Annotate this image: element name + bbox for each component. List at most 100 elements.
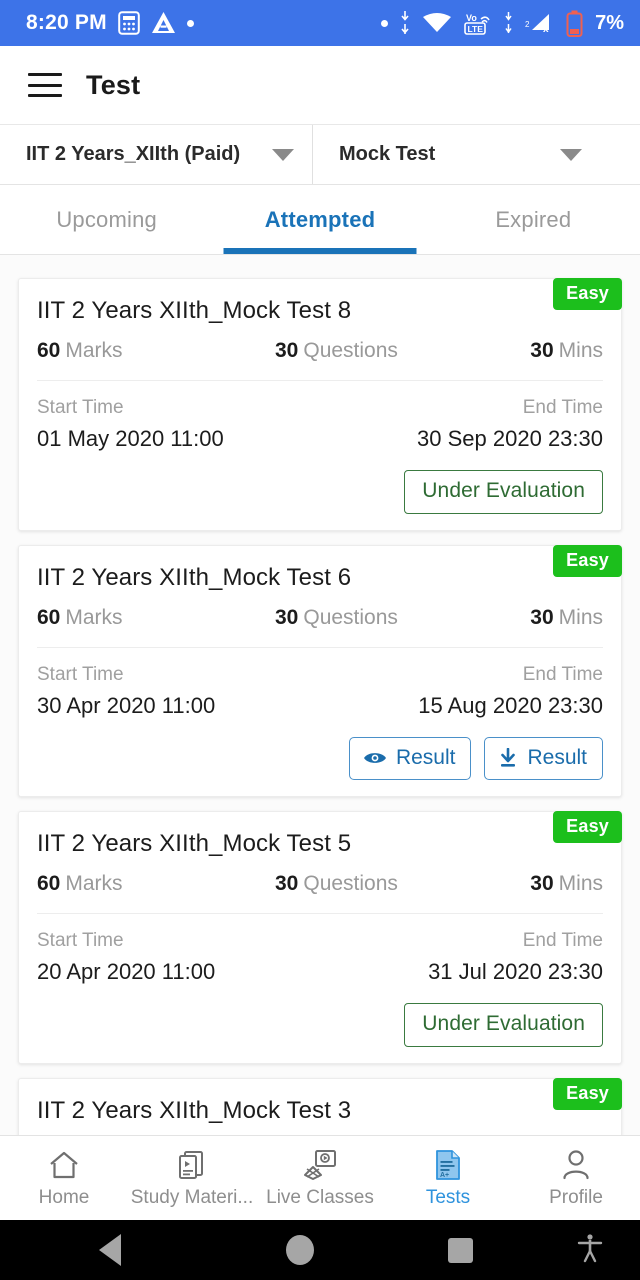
study-material-icon [176,1148,208,1182]
test-card[interactable]: Easy IIT 2 Years XIIth_Mock Test 3 [18,1078,622,1135]
marks-label: Marks [65,872,123,895]
test-list[interactable]: Easy IIT 2 Years XIIth_Mock Test 8 60 Mar… [0,255,640,1135]
android-accessibility-button[interactable] [540,1233,640,1268]
duration-metric: 30 Mins [530,339,603,363]
android-system-navigation [0,1220,640,1280]
start-time-label: Start Time [37,397,124,418]
test-card[interactable]: Easy IIT 2 Years XIIth_Mock Test 8 60 Mar… [18,278,622,531]
end-time-value: 30 Sep 2020 23:30 [417,426,603,451]
data-transfer-icon [399,10,411,36]
app-triangle-icon [151,11,176,35]
under-evaluation-button[interactable]: Under Evaluation [404,1003,603,1047]
difficulty-badge: Easy [553,278,622,310]
recents-square-icon [447,1237,473,1263]
chevron-down-icon [560,148,582,161]
questions-label: Questions [303,606,398,629]
download-result-button[interactable]: Result [484,737,603,780]
start-time-value: 30 Apr 2020 11:00 [37,693,216,718]
end-time-label: End Time [522,930,603,951]
svg-text:2: 2 [525,20,530,29]
start-time-label: Start Time [37,664,124,685]
test-card-body[interactable]: IIT 2 Years XIIth_Mock Test 8 60 Marks 30… [18,278,622,531]
marks-value: 60 [37,606,61,629]
test-type-dropdown-label: Mock Test [339,143,436,165]
questions-label: Questions [303,339,398,362]
status-dot-icon [381,19,389,27]
notification-dot-icon [186,19,194,27]
card-actions: Under Evaluation [37,470,603,514]
test-metrics: 60 Marks 30 Questions 30 Mins [37,872,603,914]
course-dropdown[interactable]: IIT 2 Years_XIIth (Paid) [0,125,313,184]
difficulty-badge: Easy [553,545,622,577]
accessibility-icon [577,1233,603,1268]
android-home-button[interactable] [220,1235,380,1265]
nav-item-study-material[interactable]: Study Materi... [128,1148,256,1209]
test-card-body[interactable]: IIT 2 Years XIIth_Mock Test 5 60 Marks 30… [18,811,622,1064]
tab-attempted[interactable]: Attempted [213,185,426,254]
test-status-tabs: Upcoming Attempted Expired [0,185,640,255]
view-result-label: Result [395,746,456,769]
test-card-body[interactable]: IIT 2 Years XIIth_Mock Test 3 [18,1078,622,1135]
wifi-icon [422,12,452,34]
test-card[interactable]: Easy IIT 2 Years XIIth_Mock Test 6 60 Mar… [18,545,622,797]
questions-metric: 30 Questions [275,339,530,363]
marks-value: 60 [37,339,61,362]
difficulty-badge: Easy [553,811,622,843]
marks-metric: 60 Marks [37,339,275,363]
nav-item-home[interactable]: Home [0,1148,128,1209]
volte-lte-icon: Vo LTE [463,10,492,36]
questions-metric: 30 Questions [275,606,530,630]
duration-value: 30 [530,872,554,895]
page-title: Test [86,69,141,100]
battery-low-icon [566,10,583,37]
nav-item-profile[interactable]: Profile [512,1148,640,1209]
android-back-button[interactable] [0,1234,220,1266]
difficulty-badge: Easy [553,1078,622,1110]
download-result-label: Result [527,746,587,769]
nav-label-live-classes: Live Classes [266,1186,374,1208]
marks-label: Marks [65,339,123,362]
live-classes-icon [303,1148,337,1182]
bottom-navigation: Home Study Materi... Live Classes A+ Tes… [0,1135,640,1220]
start-time-label: Start Time [37,930,124,951]
nav-item-tests[interactable]: A+ Tests [384,1148,512,1209]
status-bar-right: Vo LTE 2 x 7% [381,10,624,37]
duration-label: Mins [558,872,603,895]
app-screen: 8:20 PM Vo LTE 2 x 7% Test IIT 2 Years_X… [0,0,640,1280]
duration-label: Mins [558,339,603,362]
test-type-dropdown[interactable]: Mock Test [313,125,640,184]
svg-text:x: x [543,24,549,35]
test-metrics: 60 Marks 30 Questions 30 Mins [37,339,603,381]
end-time-value: 31 Jul 2020 23:30 [428,959,603,984]
test-times: Start Time 30 Apr 2020 11:00 End Time 15… [37,648,603,719]
nav-label-profile: Profile [549,1186,603,1208]
android-recents-button[interactable] [380,1237,540,1263]
end-time-block: End Time 31 Jul 2020 23:30 [320,930,603,985]
questions-label: Questions [303,872,398,895]
tab-expired-label: Expired [495,206,572,232]
home-icon [48,1148,80,1182]
status-bar-clock: 8:20 PM [26,11,107,34]
test-card-body[interactable]: IIT 2 Years XIIth_Mock Test 6 60 Marks 30… [18,545,622,797]
status-bar-left: 8:20 PM [26,11,194,35]
eye-icon [363,750,387,766]
test-card[interactable]: Easy IIT 2 Years XIIth_Mock Test 5 60 Mar… [18,811,622,1064]
nav-label-tests: Tests [425,1186,471,1208]
profile-person-icon [561,1148,591,1182]
under-evaluation-button[interactable]: Under Evaluation [404,470,603,514]
tests-document-icon: A+ [434,1148,462,1182]
start-time-value: 01 May 2020 11:00 [37,426,224,451]
hamburger-menu-icon[interactable] [28,73,62,97]
nav-item-live-classes[interactable]: Live Classes [256,1148,384,1209]
status-bar: 8:20 PM Vo LTE 2 x 7% [0,0,640,46]
nav-label-home: Home [38,1186,90,1208]
tab-expired[interactable]: Expired [427,185,640,254]
view-result-button[interactable]: Result [348,737,472,780]
end-time-label: End Time [522,397,603,418]
start-time-block: Start Time 01 May 2020 11:00 [37,397,320,452]
battery-percentage: 7% [595,11,624,34]
test-title: IIT 2 Years XIIth_Mock Test 6 [37,564,352,591]
tab-upcoming[interactable]: Upcoming [0,185,213,254]
course-dropdown-label: IIT 2 Years_XIIth (Paid) [26,143,241,165]
start-time-value: 20 Apr 2020 11:00 [37,959,216,984]
